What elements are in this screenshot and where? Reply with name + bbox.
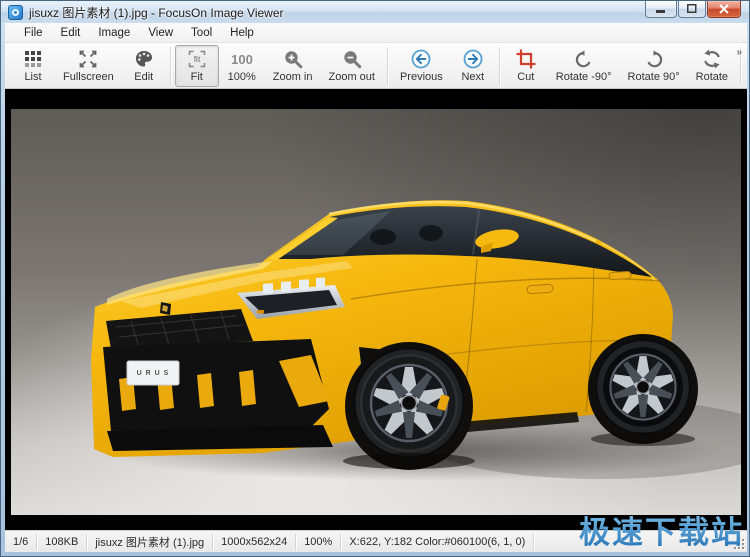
license-plate-text: U R U S [137,370,170,377]
minimize-button[interactable] [645,1,677,18]
zoom-in-button[interactable]: Zoom in [265,45,321,87]
svg-text:100: 100 [231,52,253,67]
minimize-icon [656,5,666,14]
status-file-size: 108KB [37,534,87,550]
zoom-out-button[interactable]: Zoom out [321,45,383,87]
next-button[interactable]: Next [451,45,495,87]
site-watermark: 极速下载站 [579,507,744,552]
zoom-100-icon: 100 [227,48,257,70]
previous-button[interactable]: Previous [392,45,451,87]
title-bar: jisuxz 图片素材 (1).jpg - FocusOn Image View… [1,1,749,23]
menu-item-view[interactable]: View [139,25,182,41]
status-file-name: jisuxz 图片素材 (1).jpg [87,534,213,550]
rotate-cw-button[interactable]: Rotate 90° [620,45,688,87]
previous-icon [410,48,432,70]
zoom-100-button[interactable]: 100 100% [219,45,265,87]
edit-button[interactable]: Edit [122,45,166,87]
status-dimensions: 1000x562x24 [213,534,296,550]
rotate-ccw-icon [573,48,595,70]
menu-item-edit[interactable]: Edit [52,25,90,41]
status-image-index: 1/6 [5,534,37,550]
toolbar-separator [499,47,500,85]
toolbar-separator [170,47,171,85]
menu-bar: File Edit Image View Tool Help [5,23,747,43]
cut-button[interactable]: Cut [504,45,548,87]
next-icon [462,48,484,70]
maximize-icon [687,4,697,14]
close-button[interactable] [707,1,741,18]
fullscreen-icon [77,48,99,70]
app-window: jisuxz 图片素材 (1).jpg - FocusOn Image View… [0,0,750,557]
fit-icon: fit [186,48,208,70]
toolbar-overflow-chevron[interactable]: » [736,47,742,58]
app-icon [8,5,23,20]
menu-item-image[interactable]: Image [89,25,139,41]
car-photo: U R U S [11,109,741,515]
fullscreen-button[interactable]: Fullscreen [55,45,122,87]
cut-crop-icon [515,48,537,70]
window-title: jisuxz 图片素材 (1).jpg - FocusOn Image View… [29,4,284,21]
zoom-out-icon [341,48,363,70]
menu-item-file[interactable]: File [15,25,52,41]
menu-item-help[interactable]: Help [221,25,263,41]
rotate-icon [701,48,723,70]
list-icon [22,48,44,70]
maximize-button[interactable] [678,1,706,18]
status-zoom-level: 100% [296,534,341,550]
list-button[interactable]: List [11,45,55,87]
menu-item-tool[interactable]: Tool [182,25,221,41]
image-canvas[interactable]: U R U S [5,89,747,530]
rotate-ccw-button[interactable]: Rotate -90° [548,45,620,87]
toolbar-separator [387,47,388,85]
zoom-in-icon [282,48,304,70]
toolbar: List Fullscreen Edit fit Fit [5,43,747,89]
edit-palette-icon [133,48,155,70]
rotate-button[interactable]: Rotate [688,45,736,87]
status-cursor-color: X:622, Y:182 Color:#060100(6, 1, 0) [341,534,534,550]
close-icon [719,4,729,14]
svg-text:fit: fit [193,54,200,64]
rotate-cw-icon [643,48,665,70]
fit-button[interactable]: fit Fit [175,45,219,87]
